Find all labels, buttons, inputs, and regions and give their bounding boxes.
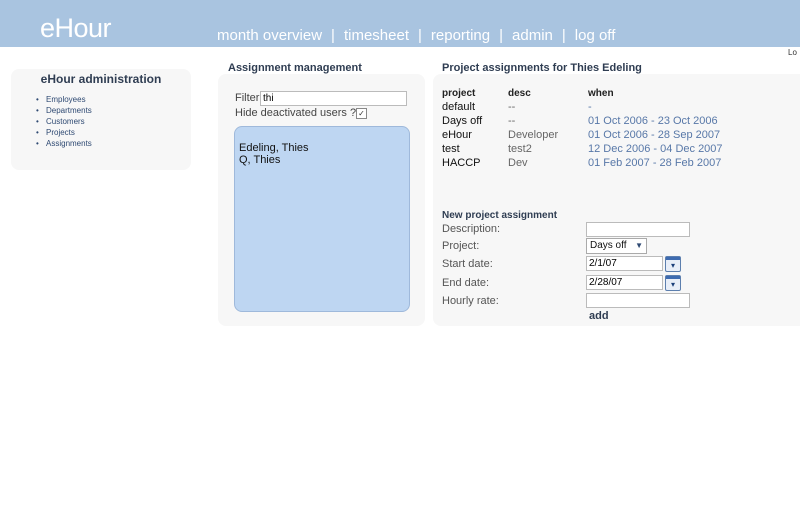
cell-when: 12 Dec 2006 - 04 Dec 2007 — [588, 143, 723, 155]
nav-month-overview[interactable]: month overview — [217, 27, 322, 44]
admin-menu-item-customers[interactable]: Customers — [36, 116, 191, 127]
admin-menu-panel: eHour administration Employees Departmen… — [11, 69, 191, 170]
column-header-desc: desc — [508, 88, 531, 99]
description-field[interactable] — [586, 222, 690, 237]
admin-menu-item-projects[interactable]: Projects — [36, 127, 191, 138]
admin-menu-item-employees[interactable]: Employees — [36, 94, 191, 105]
table-row[interactable]: eHour Developer 01 Oct 2006 - 28 Sep 200… — [442, 128, 723, 142]
admin-menu-list: Employees Departments Customers Projects… — [11, 94, 191, 149]
start-date-label: Start date: — [442, 258, 493, 270]
nav-log-off[interactable]: log off — [575, 27, 616, 44]
cell-desc: -- — [508, 101, 516, 113]
cell-desc: test2 — [508, 143, 532, 155]
table-row[interactable]: Days off -- 01 Oct 2006 - 23 Oct 2006 — [442, 114, 723, 128]
assignments-table: project desc when default -- - Days off … — [442, 87, 723, 170]
hide-deactivated-label: Hide deactivated users ?: — [235, 107, 360, 119]
nav-timesheet[interactable]: timesheet — [344, 27, 409, 44]
admin-menu-item-departments[interactable]: Departments — [36, 105, 191, 116]
start-date-field[interactable]: 2/1/07 — [586, 256, 663, 271]
cell-when: 01 Oct 2006 - 23 Oct 2006 — [588, 115, 718, 127]
project-label: Project: — [442, 240, 480, 252]
table-header-row: project desc when — [442, 87, 723, 100]
cell-desc: Developer — [508, 129, 559, 141]
project-select-value: Days off — [590, 240, 627, 251]
nav-reporting[interactable]: reporting — [431, 27, 490, 44]
calendar-icon[interactable] — [665, 256, 681, 272]
cell-project[interactable]: Days off — [442, 114, 508, 128]
login-info-truncated: Lo — [788, 48, 797, 57]
cell-project[interactable]: test — [442, 142, 508, 156]
cell-when: - — [588, 101, 592, 113]
admin-menu-item-assignments[interactable]: Assignments — [36, 138, 191, 149]
admin-menu-title: eHour administration — [40, 72, 162, 86]
chevron-down-icon: ▼ — [635, 241, 643, 250]
app-header: eHour month overview | timesheet | reporting… — [0, 0, 800, 47]
table-row[interactable]: default -- - — [442, 100, 723, 114]
checkmark-icon: ✓ — [358, 109, 365, 118]
user-list-item[interactable]: Edeling, Thies — [235, 142, 409, 154]
project-select[interactable]: Days off ▼ — [586, 238, 647, 254]
table-row[interactable]: HACCP Dev 01 Feb 2007 - 28 Feb 2007 — [442, 156, 723, 170]
column-header-when: when — [588, 88, 614, 99]
end-date-field[interactable]: 2/28/07 — [586, 275, 663, 290]
assignment-management-title: Assignment management — [228, 62, 362, 74]
hourly-rate-field[interactable] — [586, 293, 690, 308]
cell-desc: -- — [508, 115, 516, 127]
end-date-label: End date: — [442, 277, 490, 289]
top-navigation: month overview | timesheet | reporting | admin… — [217, 27, 615, 44]
calendar-icon[interactable] — [665, 275, 681, 291]
hide-deactivated-checkbox[interactable]: ✓ — [356, 108, 367, 119]
table-row[interactable]: test test2 12 Dec 2006 - 04 Dec 2007 — [442, 142, 723, 156]
nav-separator: | — [418, 27, 422, 44]
cell-project[interactable]: eHour — [442, 128, 508, 142]
description-label: Description: — [442, 223, 501, 235]
column-header-project: project — [442, 88, 476, 99]
user-list[interactable]: Edeling, Thies Q, Thies — [234, 126, 410, 312]
cell-project[interactable]: default — [442, 100, 508, 114]
hourly-rate-label: Hourly rate: — [442, 295, 499, 307]
nav-separator: | — [331, 27, 335, 44]
nav-separator: | — [561, 27, 566, 44]
cell-when: 01 Oct 2006 - 28 Sep 2007 — [588, 129, 721, 141]
filter-label: Filter: — [235, 92, 263, 104]
cell-when: 01 Feb 2007 - 28 Feb 2007 — [588, 157, 722, 169]
cell-project[interactable]: HACCP — [442, 156, 508, 170]
new-assignment-title: New project assignment — [442, 210, 558, 221]
cell-desc: Dev — [508, 157, 528, 169]
project-assignments-title: Project assignments for Thies Edeling — [442, 62, 642, 74]
filter-input[interactable]: thi — [260, 91, 407, 106]
nav-admin[interactable]: admin — [512, 27, 553, 44]
nav-separator: | — [499, 27, 504, 44]
app-logo: eHour — [40, 13, 112, 43]
add-button[interactable]: add — [589, 310, 609, 322]
user-list-item[interactable]: Q, Thies — [235, 154, 409, 166]
